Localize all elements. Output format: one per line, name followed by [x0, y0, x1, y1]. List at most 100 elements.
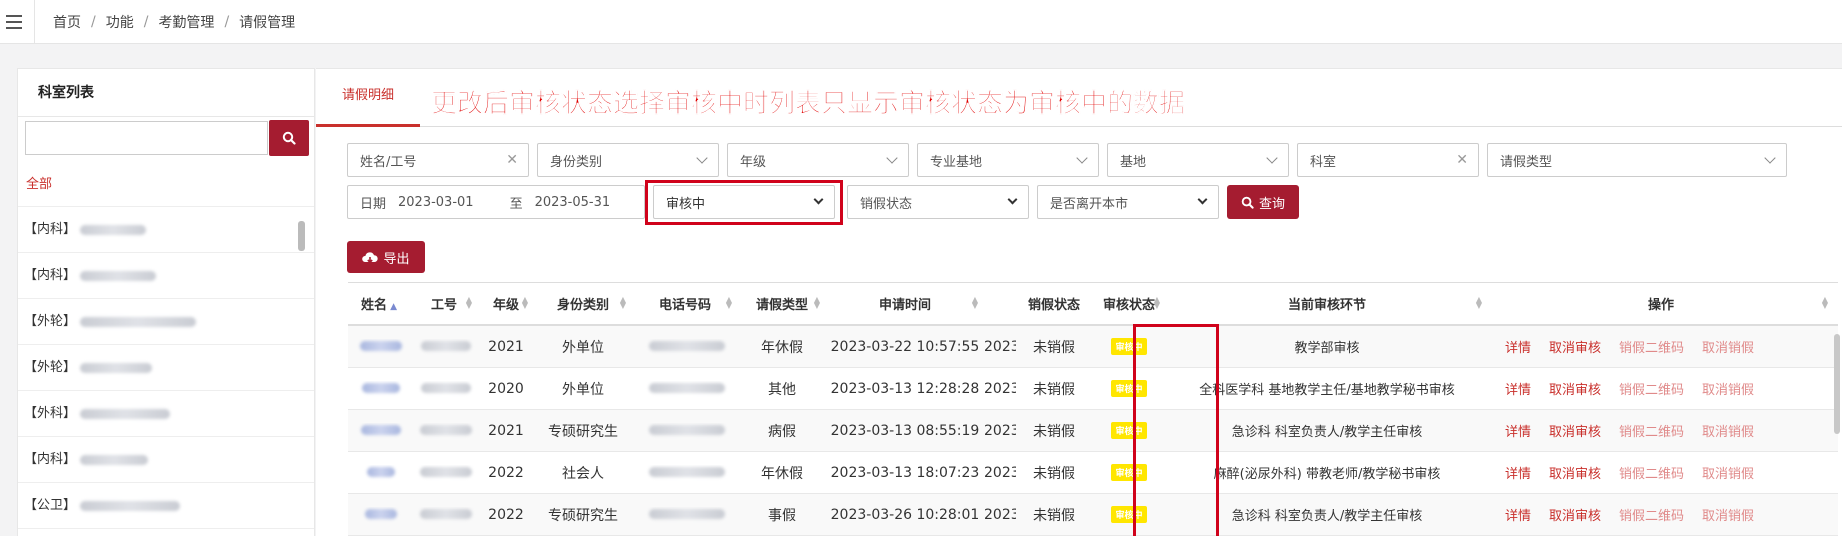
col-phone[interactable]: 电话号码 ▲ ▼	[632, 294, 738, 314]
clear-icon[interactable]: ✕	[1456, 152, 1468, 168]
identity-select-label: 身份类别	[550, 154, 603, 170]
cancel-leave-link[interactable]: 取消销假	[1702, 509, 1754, 524]
grade-select[interactable]: 年级	[727, 143, 909, 177]
col-cancel-status[interactable]: 销假状态	[1016, 294, 1092, 313]
cell-name[interactable]	[348, 423, 410, 439]
col-name[interactable]: 姓名 ▲	[348, 294, 410, 313]
col-id[interactable]: 工号 ▲ ▼	[410, 294, 478, 314]
specialty-base-select[interactable]: 专业基地	[917, 143, 1099, 177]
sidebar-item[interactable]: 【外轮】	[18, 299, 314, 345]
leave-type-select[interactable]: 请假类型	[1487, 143, 1787, 177]
breadcrumb-function[interactable]: 功能	[106, 12, 134, 32]
leave-qr-link[interactable]: 销假二维码	[1619, 341, 1684, 356]
redacted-text	[649, 508, 725, 519]
table-scrollbar[interactable]	[1834, 334, 1840, 434]
detail-link[interactable]: 详情	[1505, 425, 1531, 440]
department-filter-input[interactable]: 科室 ✕	[1297, 143, 1479, 177]
cancel-audit-link[interactable]: 取消审核	[1549, 467, 1601, 482]
export-button[interactable]: 导出	[347, 241, 425, 273]
cell-phone	[632, 423, 738, 439]
query-button-label: 查询	[1258, 196, 1285, 212]
leave-qr-link[interactable]: 销假二维码	[1619, 467, 1684, 482]
sidebar-item-all[interactable]: 全部	[18, 157, 314, 207]
breadcrumb-attendance[interactable]: 考勤管理	[158, 12, 214, 32]
cell-leave-type: 病假	[768, 423, 796, 440]
cancel-leave-link[interactable]: 取消销假	[1702, 425, 1754, 440]
detail-link[interactable]: 详情	[1505, 509, 1531, 524]
chevron-down-icon	[1076, 152, 1088, 164]
sidebar-item[interactable]: 【公卫】	[18, 483, 314, 529]
sidebar-item[interactable]: 【外轮】	[18, 345, 314, 391]
cell-phone	[632, 381, 738, 397]
leave-qr-link[interactable]: 销假二维码	[1619, 509, 1684, 524]
leave-city-select[interactable]: 是否离开本市	[1037, 185, 1219, 219]
grade-select-label: 年级	[740, 154, 767, 170]
tab-leave-detail[interactable]: 请假明细	[316, 69, 420, 127]
col-audit-status[interactable]: 审核状态 ▲ ▼	[1092, 294, 1166, 314]
col-current-stage[interactable]: 当前审核环节 ▲ ▼	[1166, 294, 1488, 314]
cancel-leave-link[interactable]: 取消销假	[1702, 467, 1754, 482]
detail-link[interactable]: 详情	[1505, 467, 1531, 482]
redacted-text	[649, 424, 725, 435]
cell-apply-time: 2023-03-22 10:57:55	[830, 338, 980, 355]
cell-phone	[632, 465, 738, 481]
cell-actions: 详情 取消审核 销假二维码 取消销假	[1488, 505, 1834, 524]
redacted-text	[420, 424, 472, 435]
sidebar-item[interactable]: 【外科】	[18, 391, 314, 437]
cell-leave-type: 年休假	[761, 339, 803, 356]
sidebar-item[interactable]: 【内科】	[18, 437, 314, 483]
cell-grade: 2022	[488, 464, 524, 481]
cell-name[interactable]	[348, 381, 410, 397]
search-icon	[282, 131, 296, 145]
redacted-text	[80, 362, 153, 373]
cancel-audit-link[interactable]: 取消审核	[1549, 383, 1601, 398]
col-grade[interactable]: 年级 ▲ ▼	[478, 294, 534, 314]
cell-name[interactable]	[348, 507, 410, 523]
leave-qr-link[interactable]: 销假二维码	[1619, 383, 1684, 398]
query-button[interactable]: 查询	[1227, 185, 1299, 219]
cancel-audit-link[interactable]: 取消审核	[1549, 341, 1601, 356]
department-search-input[interactable]	[25, 121, 268, 155]
tab-bar: 请假明细 更改后审核状态选择审核中时列表只显示审核状态为审核中的数据	[316, 69, 1842, 127]
date-from[interactable]: 2023-03-01	[398, 195, 474, 210]
sidebar-scrollbar[interactable]	[298, 221, 305, 251]
table-body: 2021 外单位 年休假 2023-03-22 10:57:55 2023 未销假 审核中教…	[348, 326, 1838, 536]
cancel-audit-link[interactable]: 取消审核	[1549, 509, 1601, 524]
department-search-button[interactable]	[269, 120, 309, 156]
table-row: 2021 专硕研究生 病假 2023-03-13 08:55:19 2023 未销假 审核中…	[348, 410, 1838, 452]
sidebar-item-tag: 【公卫】	[24, 497, 77, 513]
cancel-leave-link[interactable]: 取消销假	[1702, 341, 1754, 356]
annotation-note: 更改后审核状态选择审核中时列表只显示审核状态为审核中的数据	[431, 89, 1186, 120]
col-leave-type[interactable]: 请假类型 ▲ ▼	[738, 294, 826, 314]
divider	[34, 0, 35, 44]
cell-identity: 外单位	[562, 381, 604, 398]
clear-icon[interactable]: ✕	[506, 152, 518, 168]
leave-qr-link[interactable]: 销假二维码	[1619, 425, 1684, 440]
table-row: 2022 社会人 年休假 2023-03-13 18:07:23 2023 未销假 审核中麻…	[348, 452, 1838, 494]
col-identity[interactable]: 身份类别 ▲ ▼	[534, 294, 632, 314]
chevron-down-icon	[1007, 194, 1018, 205]
cell-name[interactable]	[348, 339, 410, 355]
cancel-audit-link[interactable]: 取消审核	[1549, 425, 1601, 440]
sort-icon: ▲ ▼	[1475, 295, 1482, 310]
table-row: 2020 外单位 其他 2023-03-13 12:28:28 2023 未销假 审核中 全科…	[348, 368, 1838, 410]
col-label: 操作	[1647, 298, 1674, 313]
cancel-status-select[interactable]: 销假状态	[847, 185, 1029, 219]
menu-icon[interactable]	[6, 14, 22, 29]
date-to[interactable]: 2023-05-31	[535, 195, 611, 210]
date-label: 日期	[360, 196, 387, 212]
sidebar-item[interactable]: 【内科】	[18, 207, 314, 253]
detail-link[interactable]: 详情	[1505, 341, 1531, 356]
identity-select[interactable]: 身份类别	[537, 143, 719, 177]
detail-link[interactable]: 详情	[1505, 383, 1531, 398]
date-range-input[interactable]: 日期 2023-03-01 至 2023-05-31	[347, 185, 645, 219]
cell-name[interactable]	[348, 465, 410, 481]
name-filter-input[interactable]: 姓名/工号 ✕	[347, 143, 529, 177]
sidebar-item[interactable]: 【内科】	[18, 253, 314, 299]
chevron-down-icon	[1764, 152, 1776, 164]
cancel-leave-link[interactable]: 取消销假	[1702, 383, 1754, 398]
col-apply-time[interactable]: 申请时间 ▲ ▼	[826, 294, 984, 314]
breadcrumb-home[interactable]: 首页	[53, 12, 81, 32]
redacted-text	[80, 224, 147, 235]
base-select[interactable]: 基地	[1107, 143, 1289, 177]
